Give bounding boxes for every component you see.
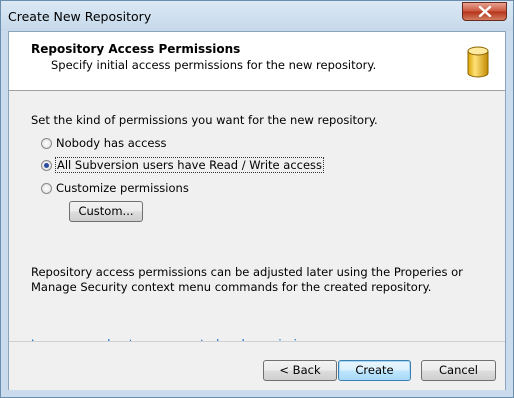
option-all-users[interactable]: All Subversion users have Read / Write a… [41, 157, 325, 173]
dialog-client: Repository Access Permissions Specify in… [8, 31, 506, 390]
radio-customize[interactable] [41, 182, 52, 194]
radio-all-users[interactable] [41, 159, 52, 171]
option-nobody-label: Nobody has access [56, 136, 167, 150]
dialog-window: Create New Repository Repository Access … [0, 0, 514, 398]
database-icon [467, 46, 489, 78]
info-text: Repository access permissions can be adj… [31, 265, 463, 294]
title-bar[interactable]: Create New Repository [1, 1, 513, 31]
back-button[interactable]: < Back [263, 360, 337, 381]
page-subtitle: Specify initial access permissions for t… [51, 58, 377, 72]
wizard-header: Repository Access Permissions Specify in… [9, 32, 505, 91]
option-customize-label: Customize permissions [56, 181, 189, 195]
radio-nobody[interactable] [41, 137, 52, 149]
close-button[interactable] [462, 2, 507, 21]
option-customize[interactable]: Customize permissions [41, 181, 189, 195]
custom-button[interactable]: Custom... [69, 201, 143, 222]
close-icon [478, 6, 492, 17]
window-frame-bottom [1, 390, 513, 397]
instruction-text: Set the kind of permissions you want for… [31, 113, 378, 127]
wizard-footer: < Back Create Cancel [9, 341, 505, 390]
option-nobody[interactable]: Nobody has access [41, 136, 166, 150]
option-all-users-label: All Subversion users have Read / Write a… [54, 157, 325, 173]
create-button[interactable]: Create [338, 360, 411, 381]
page-title: Repository Access Permissions [31, 42, 241, 56]
cancel-button[interactable]: Cancel [421, 360, 496, 381]
window-title: Create New Repository [8, 9, 152, 24]
wizard-body: Set the kind of permissions you want for… [9, 91, 505, 361]
